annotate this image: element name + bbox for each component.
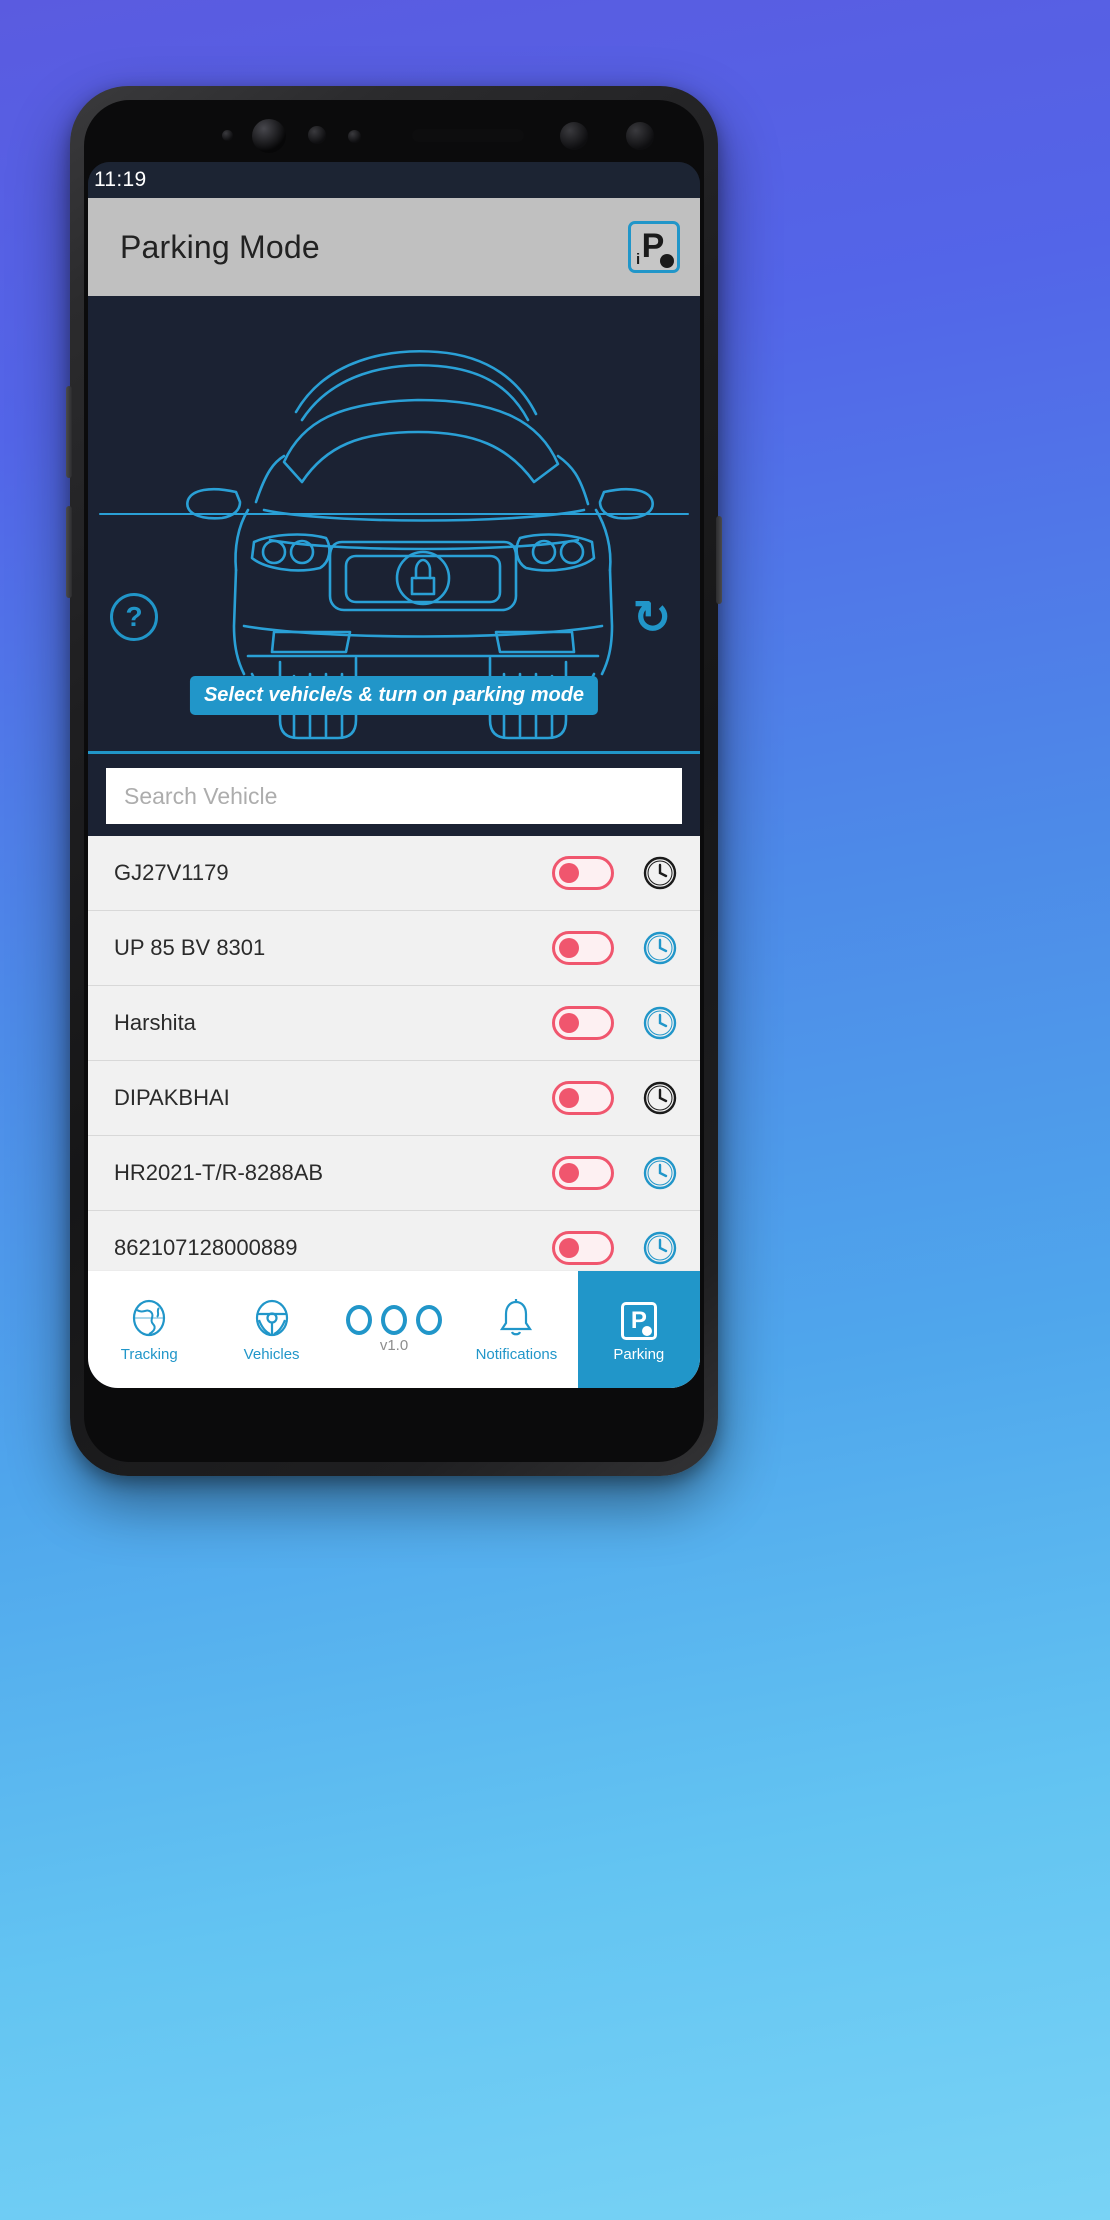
volume-up-button[interactable] xyxy=(66,386,72,478)
table-row[interactable]: DIPAKBHAI xyxy=(88,1061,700,1136)
table-row[interactable]: GJ27V1179 xyxy=(88,836,700,911)
toggle-knob xyxy=(559,938,579,958)
phone-screen: 11:19 Parking Mode P i ? ↻ Select vehicl… xyxy=(88,162,700,1388)
nav-item-label: Tracking xyxy=(120,1346,178,1363)
parking-toggle[interactable] xyxy=(552,1006,614,1040)
vehicle-list[interactable]: GJ27V1179 UP 85 BV 8301 Harshita DIPAKBH… xyxy=(88,836,700,1270)
parking-p-icon: P xyxy=(620,1296,657,1340)
nav-item-parking[interactable]: P Parking xyxy=(577,1271,700,1388)
vehicle-name: 862107128000889 xyxy=(114,1235,298,1260)
circle-icon xyxy=(416,1305,443,1335)
parking-toggle[interactable] xyxy=(552,1156,614,1190)
search-input[interactable] xyxy=(106,768,682,824)
sensor-icon xyxy=(626,122,654,150)
parking-toggle[interactable] xyxy=(552,931,614,965)
vehicle-name: Harshita xyxy=(114,1010,196,1035)
parking-info-letter: i xyxy=(636,251,641,268)
hero-car-panel: ? ↻ Select vehicle/s & turn on parking m… xyxy=(88,296,700,754)
nav-item-label: Vehicles xyxy=(243,1346,300,1363)
sensor-icon xyxy=(560,122,588,150)
parking-toggle[interactable] xyxy=(552,1081,614,1115)
nav-item-vehicles[interactable]: Vehicles xyxy=(210,1271,332,1388)
nav-item-label: Parking xyxy=(613,1346,665,1363)
nav-item-tracking[interactable]: Tracking xyxy=(88,1271,210,1388)
vehicle-name: UP 85 BV 8301 xyxy=(114,935,266,960)
phone-device: 11:19 Parking Mode P i ? ↻ Select vehicl… xyxy=(66,86,722,1476)
nav-item-label: v1.0 xyxy=(379,1337,409,1354)
vehicle-name: DIPAKBHAI xyxy=(114,1085,230,1110)
parking-toggle[interactable] xyxy=(552,1231,614,1265)
toggle-knob xyxy=(559,863,579,883)
toggle-knob xyxy=(559,1088,579,1108)
help-label: ? xyxy=(125,601,143,632)
page-title: Parking Mode xyxy=(120,228,320,265)
table-row[interactable]: 862107128000889 xyxy=(88,1211,700,1270)
search-section xyxy=(88,754,700,836)
parking-hint-banner: Select vehicle/s & turn on parking mode xyxy=(189,676,599,715)
parking-info-icon[interactable]: P i xyxy=(628,221,680,273)
sensor-icon xyxy=(308,126,326,144)
vehicle-name: GJ27V1179 xyxy=(114,860,229,885)
clock-icon[interactable] xyxy=(642,1005,678,1041)
bell-icon xyxy=(500,1299,533,1336)
steering-wheel-icon xyxy=(255,1299,288,1337)
nav-item-label: Notifications xyxy=(475,1346,558,1363)
front-camera-icon xyxy=(252,119,286,153)
table-row[interactable]: Harshita xyxy=(88,986,700,1061)
globe-icon xyxy=(133,1299,166,1337)
refresh-label: ↻ xyxy=(632,591,672,643)
toggle-knob xyxy=(559,1013,579,1033)
nav-item-notifications[interactable]: Notifications xyxy=(455,1271,577,1388)
circle-icon xyxy=(346,1305,373,1335)
toggle-knob xyxy=(559,1163,579,1183)
clock-icon[interactable] xyxy=(642,930,678,966)
vehicle-name: HR2021-T/R-8288AB xyxy=(114,1160,324,1185)
sensor-icon xyxy=(222,130,233,141)
volume-down-button[interactable] xyxy=(66,506,72,598)
parking-toggle[interactable] xyxy=(552,856,614,890)
clock-icon[interactable] xyxy=(642,1080,678,1116)
sensor-icon xyxy=(348,130,361,143)
status-bar-clock: 11:19 xyxy=(94,168,147,191)
gear-icon xyxy=(660,254,674,268)
table-row[interactable]: HR2021-T/R-8288AB xyxy=(88,1136,700,1211)
app-bar: Parking Mode P i xyxy=(88,198,700,296)
nav-item-v1-0[interactable]: v1.0 xyxy=(333,1271,455,1388)
refresh-icon[interactable]: ↻ xyxy=(628,591,676,643)
table-row[interactable]: UP 85 BV 8301 xyxy=(88,911,700,986)
power-button[interactable] xyxy=(716,516,722,604)
clock-icon[interactable] xyxy=(642,1230,678,1266)
clock-icon[interactable] xyxy=(642,1155,678,1191)
help-question-icon[interactable]: ? xyxy=(110,593,158,641)
toggle-knob xyxy=(559,1238,579,1258)
status-bar: 11:19 xyxy=(88,162,700,198)
clock-icon[interactable] xyxy=(642,855,678,891)
bottom-navigation[interactable]: Tracking Vehicles v1.0 Notifications P Pa… xyxy=(88,1270,700,1388)
earpiece-speaker xyxy=(412,129,524,142)
circle-icon xyxy=(381,1305,408,1335)
three-circles-icon xyxy=(346,1305,443,1335)
dot-icon xyxy=(641,1326,652,1336)
